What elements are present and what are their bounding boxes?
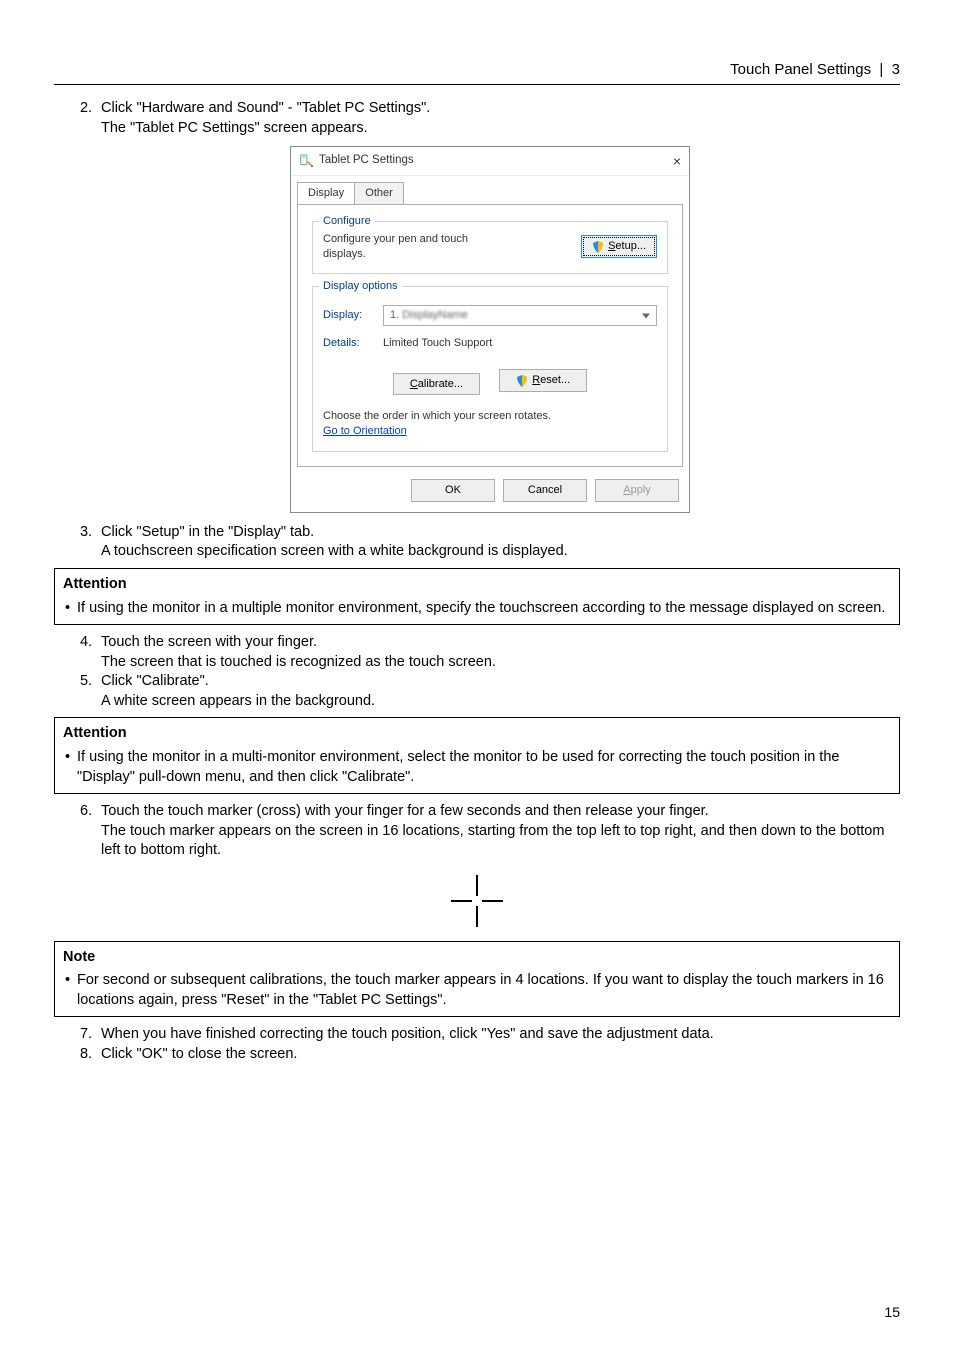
tablet-icon [299,154,313,168]
step-5: 5.Click "Calibrate". A white screen appe… [80,672,900,711]
attention-box-1: Attention If using the monitor in a mult… [54,568,900,625]
details-value: Limited Touch Support [383,336,492,351]
configure-text: Configure your pen and touch displays. [323,232,503,262]
tab-display[interactable]: Display [297,182,355,204]
note-heading: Note [63,948,891,968]
step-2: 2.Click "Hardware and Sound" - "Tablet P… [80,99,900,138]
attention-heading: Attention [63,724,891,744]
page-header: Touch Panel Settings | 3 [54,60,900,80]
reset-button[interactable]: Reset... [499,369,587,392]
apply-button[interactable]: Apply [595,479,679,502]
note-box: Note For second or subsequent calibratio… [54,941,900,1018]
page-number: 15 [884,1303,900,1322]
shield-icon [516,375,528,387]
dialog-title: Tablet PC Settings [319,153,414,169]
attention-text: If using the monitor in a multiple monit… [63,599,891,619]
cancel-button[interactable]: Cancel [503,479,587,502]
touch-marker-cross-icon [54,871,900,931]
tablet-pc-settings-figure: Tablet PC Settings × Display Other Confi… [290,146,690,513]
step-3: 3.Click "Setup" in the "Display" tab. A … [80,523,900,562]
attention-box-2: Attention If using the monitor in a mult… [54,717,900,794]
details-label: Details: [323,336,383,351]
step-7: 7.When you have finished correcting the … [80,1025,900,1045]
display-options-legend: Display options [319,279,402,294]
ok-button[interactable]: OK [411,479,495,502]
display-select[interactable]: 1. DisplayName [383,305,657,326]
go-to-orientation-link[interactable]: Go to Orientation [323,425,407,437]
attention-heading: Attention [63,575,891,595]
setup-button[interactable]: Setup... [581,235,657,258]
shield-icon [592,241,604,253]
tab-other[interactable]: Other [354,182,404,204]
calibrate-button[interactable]: Calibrate... [393,373,480,396]
close-icon[interactable]: × [673,154,681,168]
attention-text: If using the monitor in a multi-monitor … [63,748,891,787]
rotate-order-text: Choose the order in which your screen ro… [323,409,657,424]
step-4: 4.Touch the screen with your finger. The… [80,633,900,672]
configure-legend: Configure [319,214,375,229]
step-8: 8.Click "OK" to close the screen. [80,1045,900,1065]
note-text: For second or subsequent calibrations, t… [63,971,891,1010]
step-6: 6.Touch the touch marker (cross) with yo… [80,802,900,861]
display-label: Display: [323,308,383,323]
